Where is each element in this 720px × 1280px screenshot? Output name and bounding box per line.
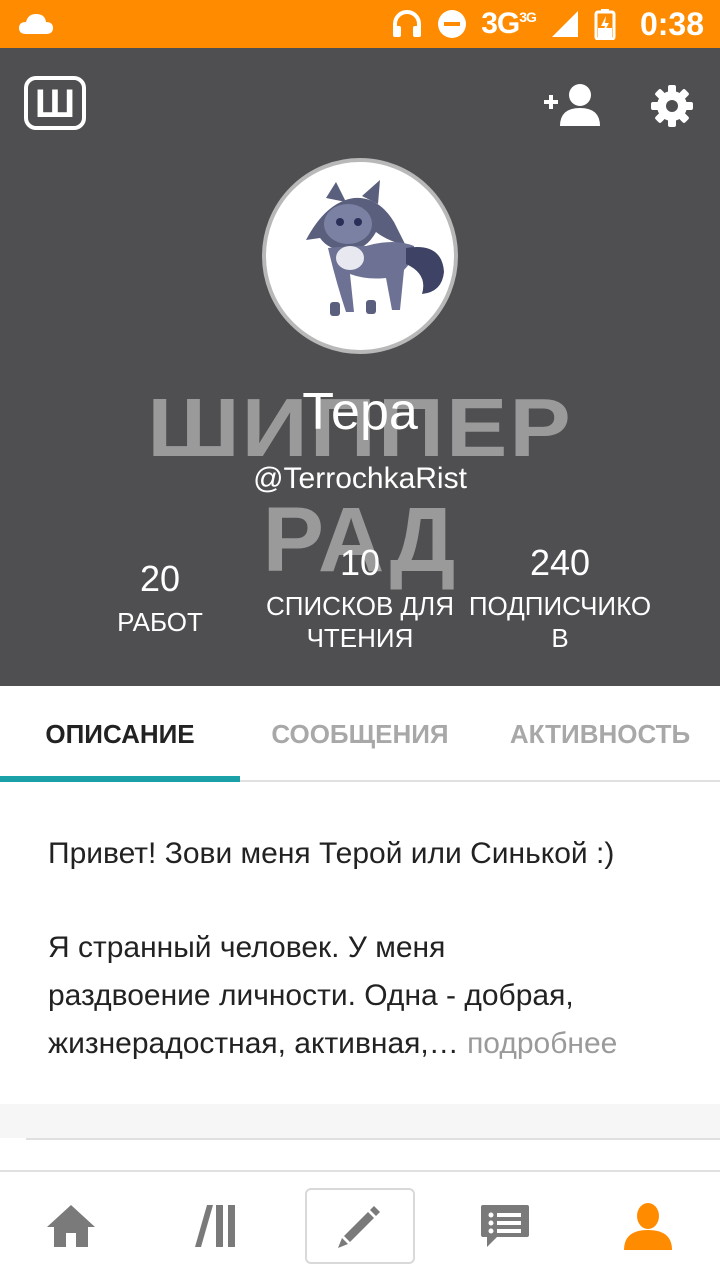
stat-reading-lists-label-2: ЧТЕНИЯ <box>306 623 414 653</box>
tab-activity[interactable]: АКТИВНОСТЬ <box>480 686 720 782</box>
clock: 0:38 <box>639 5 704 42</box>
library-icon <box>195 1205 235 1247</box>
section-divider <box>0 1104 720 1138</box>
stat-followers-label-2: В <box>551 623 569 653</box>
avatar-character-image <box>306 180 444 316</box>
stat-followers-label-1: ПОДПИСЧИКО <box>468 591 652 621</box>
profile-header: Ш ШИППЕР РАД Тера @TerrochkaRist 20 РАБО… <box>0 48 720 686</box>
display-name: Тера <box>302 383 418 441</box>
description-line-text: жизнерадостная, активная,… <box>48 1027 459 1060</box>
tab-description[interactable]: ОПИСАНИЕ <box>0 686 240 782</box>
cloud-icon <box>19 14 53 34</box>
avatar[interactable] <box>262 158 458 354</box>
battery-charging-icon <box>594 9 616 40</box>
active-tab-indicator <box>0 776 240 782</box>
nav-messages-button[interactable] <box>450 1188 560 1264</box>
tab-messages[interactable]: СООБЩЕНИЯ <box>240 686 480 782</box>
status-bar: 3G3G 0:38 <box>0 0 720 48</box>
nav-library-button[interactable] <box>160 1188 270 1264</box>
messages-icon <box>481 1205 529 1247</box>
username: @TerrochkaRist <box>253 462 467 495</box>
headphones-icon <box>393 10 422 37</box>
stat-reading-lists[interactable]: 10 СПИСКОВ ДЛЯ ЧТЕНИЯ <box>250 542 470 654</box>
settings-gear-icon[interactable] <box>650 84 694 128</box>
stat-reading-lists-count: 10 <box>339 542 381 583</box>
pencil-icon <box>338 1206 380 1248</box>
stat-reading-lists-label-1: СПИСКОВ ДЛЯ <box>265 591 455 621</box>
stat-works-count: 20 <box>139 558 181 599</box>
description-line: жизнерадостная, активная,… подробнее <box>48 1020 688 1068</box>
description-line: раздвоение личности. Одна - добрая, <box>48 979 574 1012</box>
read-more-link[interactable]: подробнее <box>467 1027 617 1060</box>
stat-followers[interactable]: 240 ПОДПИСЧИКО В <box>460 542 660 654</box>
description-line: Я странный человек. У меня <box>48 931 446 964</box>
divider-line <box>26 1138 720 1140</box>
wattpad-logo-icon[interactable]: Ш <box>24 76 86 130</box>
profile-description: Привет! Зови меня Терой или Синькой :) Я… <box>48 830 688 1068</box>
nav-home-button[interactable] <box>16 1188 126 1264</box>
nav-profile-button[interactable] <box>593 1188 703 1264</box>
profile-tabs: ОПИСАНИЕ СООБЩЕНИЯ АКТИВНОСТЬ <box>0 686 720 782</box>
do-not-disturb-icon <box>438 10 467 38</box>
stat-works[interactable]: 20 РАБОТ <box>80 558 240 638</box>
description-line: Привет! Зови меня Терой или Синькой :) <box>48 837 615 870</box>
signal-icon <box>551 11 578 37</box>
network-type: 3G3G <box>481 7 537 40</box>
profile-icon <box>624 1203 672 1250</box>
bottom-navigation <box>0 1170 720 1280</box>
home-icon <box>47 1205 95 1247</box>
stat-followers-count: 240 <box>529 542 591 583</box>
stat-works-label: РАБОТ <box>117 607 203 637</box>
add-friend-icon[interactable] <box>540 82 604 126</box>
nav-write-button[interactable] <box>305 1188 415 1264</box>
